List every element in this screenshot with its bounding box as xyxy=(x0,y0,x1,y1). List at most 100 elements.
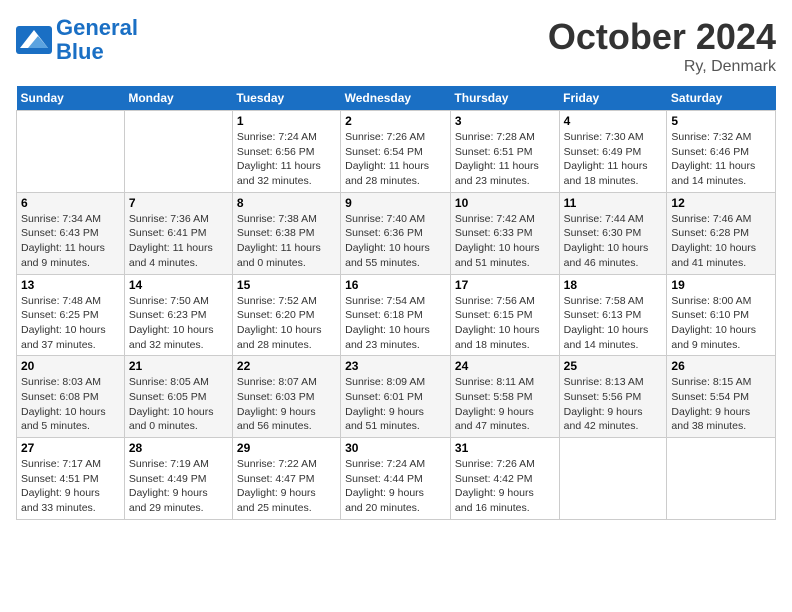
day-number: 31 xyxy=(455,441,555,455)
weekday-header: Sunday xyxy=(17,86,125,111)
day-info: Sunrise: 7:54 AMSunset: 6:18 PMDaylight:… xyxy=(345,294,446,353)
title-section: October 2024 Ry, Denmark xyxy=(548,16,776,76)
calendar-cell: 31 Sunrise: 7:26 AMSunset: 4:42 PMDayligh… xyxy=(450,438,559,520)
day-info: Sunrise: 7:36 AMSunset: 6:41 PMDaylight:… xyxy=(129,212,228,271)
calendar-cell: 9 Sunrise: 7:40 AMSunset: 6:36 PMDaylight… xyxy=(341,192,451,274)
calendar-cell: 27 Sunrise: 7:17 AMSunset: 4:51 PMDayligh… xyxy=(17,438,125,520)
day-info: Sunrise: 7:26 AMSunset: 6:54 PMDaylight:… xyxy=(345,130,446,189)
day-number: 11 xyxy=(564,196,663,210)
weekday-header: Wednesday xyxy=(341,86,451,111)
calendar-cell: 16 Sunrise: 7:54 AMSunset: 6:18 PMDayligh… xyxy=(341,274,451,356)
day-number: 3 xyxy=(455,114,555,128)
day-number: 15 xyxy=(237,278,336,292)
calendar-cell: 5 Sunrise: 7:32 AMSunset: 6:46 PMDaylight… xyxy=(667,111,776,193)
calendar-cell: 13Sunrise: 7:48 AMSunset: 6:25 PMDayligh… xyxy=(17,274,125,356)
day-number: 24 xyxy=(455,359,555,373)
calendar-header-row: SundayMondayTuesdayWednesdayThursdayFrid… xyxy=(17,86,776,111)
day-info: Sunrise: 7:19 AMSunset: 4:49 PMDaylight:… xyxy=(129,457,228,516)
day-info: Sunrise: 8:13 AMSunset: 5:56 PMDaylight:… xyxy=(564,375,663,434)
calendar-cell: 3 Sunrise: 7:28 AMSunset: 6:51 PMDaylight… xyxy=(450,111,559,193)
calendar-cell: 2 Sunrise: 7:26 AMSunset: 6:54 PMDaylight… xyxy=(341,111,451,193)
calendar-cell: 19Sunrise: 8:00 AMSunset: 6:10 PMDayligh… xyxy=(667,274,776,356)
day-number: 5 xyxy=(671,114,771,128)
day-info: Sunrise: 7:22 AMSunset: 4:47 PMDaylight:… xyxy=(237,457,336,516)
weekday-header: Saturday xyxy=(667,86,776,111)
day-number: 25 xyxy=(564,359,663,373)
day-info: Sunrise: 8:07 AMSunset: 6:03 PMDaylight:… xyxy=(237,375,336,434)
weekday-header: Monday xyxy=(124,86,232,111)
page-header: General Blue October 2024 Ry, Denmark xyxy=(16,16,776,76)
day-number: 21 xyxy=(129,359,228,373)
day-info: Sunrise: 8:03 AMSunset: 6:08 PMDaylight:… xyxy=(21,375,120,434)
day-number: 29 xyxy=(237,441,336,455)
calendar-cell: 11 Sunrise: 7:44 AMSunset: 6:30 PMDayligh… xyxy=(559,192,667,274)
day-number: 2 xyxy=(345,114,446,128)
day-number: 27 xyxy=(21,441,120,455)
day-number: 12 xyxy=(671,196,771,210)
day-number: 6 xyxy=(21,196,120,210)
day-number: 20 xyxy=(21,359,120,373)
day-info: Sunrise: 7:56 AMSunset: 6:15 PMDaylight:… xyxy=(455,294,555,353)
day-info: Sunrise: 7:28 AMSunset: 6:51 PMDaylight:… xyxy=(455,130,555,189)
day-info: Sunrise: 7:17 AMSunset: 4:51 PMDaylight:… xyxy=(21,457,120,516)
calendar-cell: 14Sunrise: 7:50 AMSunset: 6:23 PMDayligh… xyxy=(124,274,232,356)
day-number: 13 xyxy=(21,278,120,292)
calendar-cell: 8 Sunrise: 7:38 AMSunset: 6:38 PMDaylight… xyxy=(232,192,340,274)
weekday-header: Friday xyxy=(559,86,667,111)
day-number: 10 xyxy=(455,196,555,210)
calendar-cell: 26 Sunrise: 8:15 AMSunset: 5:54 PMDayligh… xyxy=(667,356,776,438)
day-info: Sunrise: 7:42 AMSunset: 6:33 PMDaylight:… xyxy=(455,212,555,271)
calendar-cell xyxy=(17,111,125,193)
day-info: Sunrise: 8:11 AMSunset: 5:58 PMDaylight:… xyxy=(455,375,555,434)
day-info: Sunrise: 8:00 AMSunset: 6:10 PMDaylight:… xyxy=(671,294,771,353)
day-info: Sunrise: 7:34 AMSunset: 6:43 PMDaylight:… xyxy=(21,212,120,271)
day-info: Sunrise: 7:24 AMSunset: 4:44 PMDaylight:… xyxy=(345,457,446,516)
day-info: Sunrise: 7:46 AMSunset: 6:28 PMDaylight:… xyxy=(671,212,771,271)
day-number: 8 xyxy=(237,196,336,210)
day-number: 30 xyxy=(345,441,446,455)
day-number: 28 xyxy=(129,441,228,455)
day-number: 14 xyxy=(129,278,228,292)
day-info: Sunrise: 8:05 AMSunset: 6:05 PMDaylight:… xyxy=(129,375,228,434)
day-number: 9 xyxy=(345,196,446,210)
calendar-cell: 23 Sunrise: 8:09 AMSunset: 6:01 PMDayligh… xyxy=(341,356,451,438)
calendar-cell xyxy=(559,438,667,520)
calendar-week-row: 20 Sunrise: 8:03 AMSunset: 6:08 PMDayligh… xyxy=(17,356,776,438)
calendar-week-row: 6 Sunrise: 7:34 AMSunset: 6:43 PMDaylight… xyxy=(17,192,776,274)
logo-text: General Blue xyxy=(56,16,138,64)
day-number: 23 xyxy=(345,359,446,373)
location: Ry, Denmark xyxy=(548,58,776,76)
day-info: Sunrise: 8:15 AMSunset: 5:54 PMDaylight:… xyxy=(671,375,771,434)
day-info: Sunrise: 7:26 AMSunset: 4:42 PMDaylight:… xyxy=(455,457,555,516)
day-info: Sunrise: 7:40 AMSunset: 6:36 PMDaylight:… xyxy=(345,212,446,271)
calendar-cell xyxy=(124,111,232,193)
day-number: 7 xyxy=(129,196,228,210)
weekday-header: Thursday xyxy=(450,86,559,111)
calendar-cell: 4 Sunrise: 7:30 AMSunset: 6:49 PMDaylight… xyxy=(559,111,667,193)
day-number: 22 xyxy=(237,359,336,373)
day-number: 4 xyxy=(564,114,663,128)
calendar-cell: 28 Sunrise: 7:19 AMSunset: 4:49 PMDayligh… xyxy=(124,438,232,520)
calendar-cell: 7 Sunrise: 7:36 AMSunset: 6:41 PMDaylight… xyxy=(124,192,232,274)
calendar-cell: 29 Sunrise: 7:22 AMSunset: 4:47 PMDayligh… xyxy=(232,438,340,520)
day-number: 26 xyxy=(671,359,771,373)
calendar-cell: 1Sunrise: 7:24 AMSunset: 6:56 PMDaylight… xyxy=(232,111,340,193)
month-title: October 2024 xyxy=(548,16,776,58)
day-number: 18 xyxy=(564,278,663,292)
calendar-cell: 30 Sunrise: 7:24 AMSunset: 4:44 PMDayligh… xyxy=(341,438,451,520)
day-number: 16 xyxy=(345,278,446,292)
day-info: Sunrise: 7:30 AMSunset: 6:49 PMDaylight:… xyxy=(564,130,663,189)
day-info: Sunrise: 7:44 AMSunset: 6:30 PMDaylight:… xyxy=(564,212,663,271)
calendar-cell: 18Sunrise: 7:58 AMSunset: 6:13 PMDayligh… xyxy=(559,274,667,356)
day-info: Sunrise: 7:38 AMSunset: 6:38 PMDaylight:… xyxy=(237,212,336,271)
calendar-cell: 20 Sunrise: 8:03 AMSunset: 6:08 PMDayligh… xyxy=(17,356,125,438)
calendar-week-row: 13Sunrise: 7:48 AMSunset: 6:25 PMDayligh… xyxy=(17,274,776,356)
calendar-cell: 17Sunrise: 7:56 AMSunset: 6:15 PMDayligh… xyxy=(450,274,559,356)
day-info: Sunrise: 7:32 AMSunset: 6:46 PMDaylight:… xyxy=(671,130,771,189)
calendar-cell: 6 Sunrise: 7:34 AMSunset: 6:43 PMDaylight… xyxy=(17,192,125,274)
weekday-header: Tuesday xyxy=(232,86,340,111)
day-info: Sunrise: 8:09 AMSunset: 6:01 PMDaylight:… xyxy=(345,375,446,434)
calendar-cell: 24 Sunrise: 8:11 AMSunset: 5:58 PMDayligh… xyxy=(450,356,559,438)
logo-icon xyxy=(16,26,52,54)
calendar-cell: 22 Sunrise: 8:07 AMSunset: 6:03 PMDayligh… xyxy=(232,356,340,438)
